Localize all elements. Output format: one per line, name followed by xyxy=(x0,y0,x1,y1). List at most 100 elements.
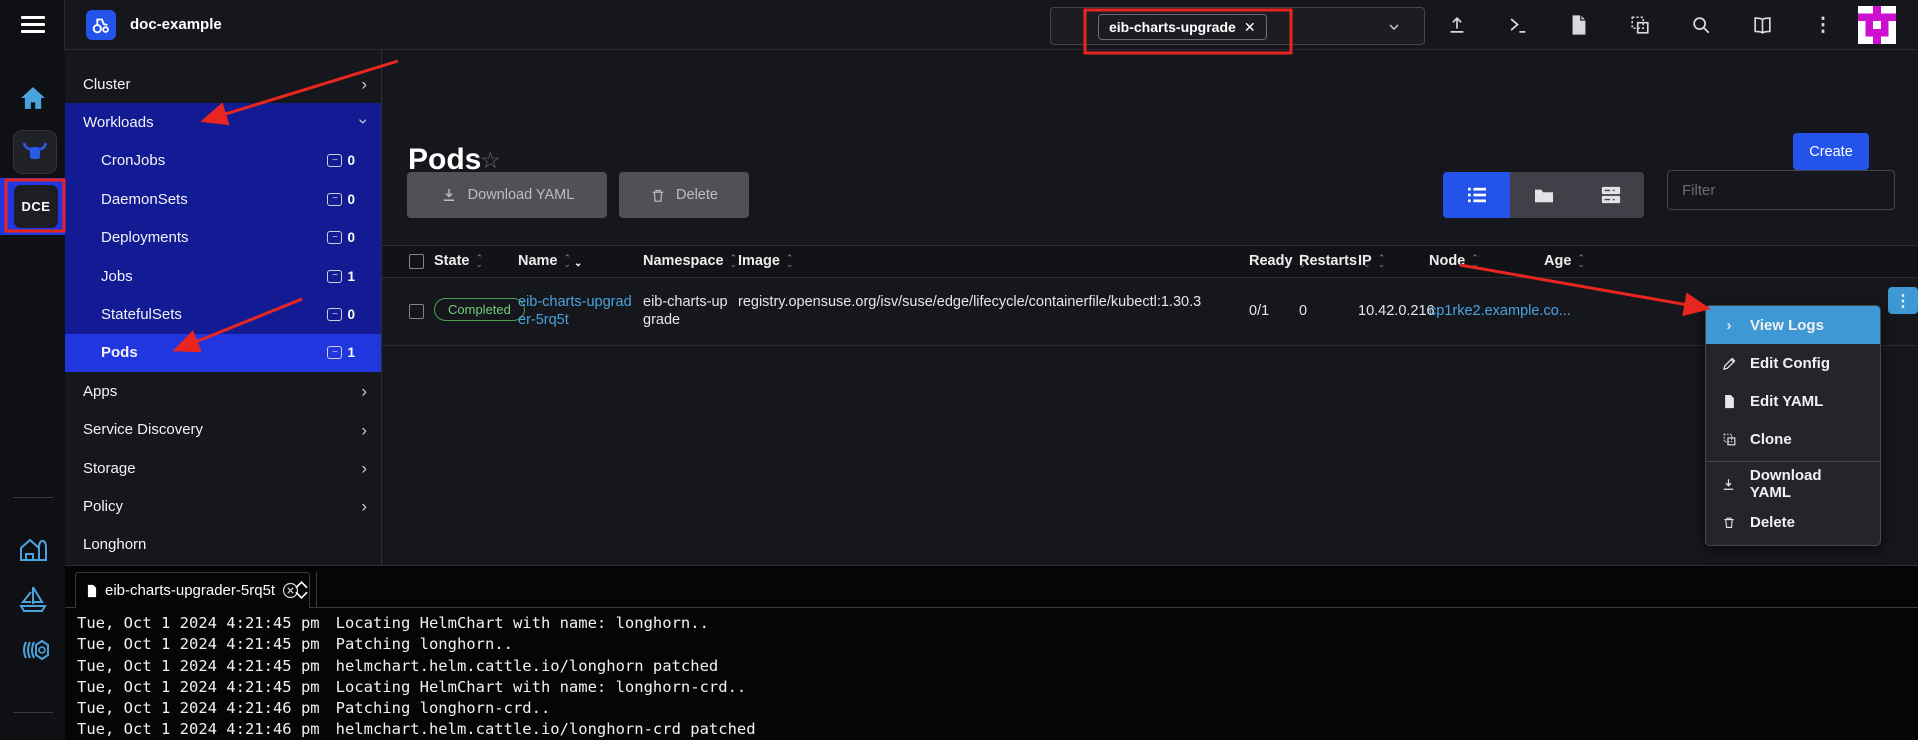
search-icon[interactable] xyxy=(1689,13,1713,37)
nav-group-apps[interactable]: Apps › xyxy=(65,372,381,410)
pod-name-link[interactable]: eib-charts-upgrader-5rq5t xyxy=(518,293,636,329)
ready-cell: 0/1 xyxy=(1249,303,1269,319)
panel-expand-collapse-icon[interactable] xyxy=(287,572,317,608)
view-toggle-group xyxy=(1443,172,1644,218)
server-rows-icon xyxy=(1600,185,1622,205)
left-rail: DCE xyxy=(0,50,65,740)
col-header-ip[interactable]: IP⌃⌄ xyxy=(1358,253,1385,269)
table-header: State⌃⌄ Name⌃⌄⌄ Namespace⌃⌄ Image⌃⌄ Read… xyxy=(382,245,1918,278)
folder-icon xyxy=(1533,186,1555,204)
nav-group-policy[interactable]: Policy › xyxy=(65,487,381,525)
menu-item-edit-yaml[interactable]: Edit YAML xyxy=(1706,382,1880,420)
import-yaml-icon[interactable] xyxy=(1445,13,1469,37)
folder-view-button[interactable] xyxy=(1510,172,1577,218)
chevron-down-icon: › xyxy=(356,118,373,124)
top-bar: doc-example eib-charts-upgrade ✕ xyxy=(0,0,1918,50)
col-header-state[interactable]: State⌃⌄ xyxy=(434,253,483,269)
copy-resource-icon[interactable] xyxy=(1628,13,1652,37)
chevron-right-icon: › xyxy=(361,460,367,477)
row-context-menu: › View Logs Edit Config Edit YAML Clone xyxy=(1705,305,1881,546)
node-link[interactable]: cp1rke2.example.co... xyxy=(1429,303,1571,319)
fleet-wheel-icon[interactable] xyxy=(18,638,50,662)
col-header-ready[interactable]: Ready⌃⌄ xyxy=(1249,253,1306,269)
nav-group-service-discovery[interactable]: Service Discovery › xyxy=(65,411,381,449)
home-icon[interactable] xyxy=(20,86,46,110)
resource-count: −0 xyxy=(327,153,355,168)
image-cell: registry.opensuse.org/isv/suse/edge/life… xyxy=(738,293,1240,311)
log-line: Tue, Oct 1 2024 4:21:45 pmPatching longh… xyxy=(77,634,756,655)
select-all-checkbox[interactable] xyxy=(409,254,424,269)
row-checkbox[interactable] xyxy=(409,304,424,319)
nav-list: Cluster › Workloads › CronJobs −0 Daemon… xyxy=(65,50,381,564)
log-line: Tue, Oct 1 2024 4:21:46 pmhelmchart.helm… xyxy=(77,719,756,740)
menu-item-edit-config[interactable]: Edit Config xyxy=(1706,344,1880,382)
sailboat-icon[interactable] xyxy=(18,585,48,615)
col-header-image[interactable]: Image⌃⌄ xyxy=(738,253,793,269)
nav-item-statefulsets[interactable]: StatefulSets −0 xyxy=(65,295,381,333)
nav-group-workloads[interactable]: Workloads › xyxy=(65,103,381,141)
download-icon xyxy=(440,186,458,204)
col-header-age[interactable]: Age⌃⌄ xyxy=(1544,253,1585,269)
file-icon[interactable] xyxy=(1567,13,1591,37)
restarts-cell: 0 xyxy=(1299,303,1307,319)
trash-icon xyxy=(1720,515,1738,530)
list-view-button[interactable] xyxy=(1443,172,1510,218)
chevron-down-icon[interactable] xyxy=(1386,19,1402,35)
state-badge: Completed xyxy=(434,298,525,321)
nav-item-cronjobs[interactable]: CronJobs −0 xyxy=(65,142,381,180)
namespace-filter-tag[interactable]: eib-charts-upgrade ✕ xyxy=(1098,14,1267,40)
filter-input[interactable] xyxy=(1667,170,1895,210)
app-name: doc-example xyxy=(130,16,222,33)
list-icon xyxy=(1466,186,1488,204)
menu-item-delete[interactable]: Delete xyxy=(1706,503,1880,541)
log-tab-bar: eib-charts-upgrader-5rq5t xyxy=(65,566,1918,608)
docs-book-icon[interactable] xyxy=(1750,13,1774,37)
log-line: Tue, Oct 1 2024 4:21:45 pmhelmchart.helm… xyxy=(77,656,756,677)
clone-icon xyxy=(1720,432,1738,447)
bull-icon xyxy=(22,140,48,164)
ip-cell: 10.42.0.216 xyxy=(1358,303,1435,319)
trash-icon xyxy=(650,187,666,204)
col-header-node[interactable]: Node⌃⌄ xyxy=(1429,253,1479,269)
nav-group-longhorn[interactable]: Longhorn xyxy=(65,526,381,564)
user-avatar[interactable] xyxy=(1858,6,1896,44)
nav-group-storage[interactable]: Storage › xyxy=(65,449,381,487)
menu-item-view-logs[interactable]: › View Logs xyxy=(1706,306,1880,344)
barn-icon[interactable] xyxy=(18,535,48,563)
kubectl-shell-icon[interactable] xyxy=(1506,13,1530,37)
log-tab[interactable]: eib-charts-upgrader-5rq5t xyxy=(75,572,310,608)
menu-item-download-yaml[interactable]: Download YAML xyxy=(1706,465,1880,503)
download-icon xyxy=(1720,477,1738,492)
tractor-icon xyxy=(90,14,112,36)
resource-count: −0 xyxy=(327,230,355,245)
nav-item-pods-selected[interactable]: Pods −1 xyxy=(65,334,381,372)
rancher-app: doc-example eib-charts-upgrade ✕ xyxy=(0,0,1918,740)
favorite-star-icon[interactable]: ☆ xyxy=(480,147,501,174)
cluster-badge-dce[interactable]: DCE xyxy=(14,185,58,228)
nav-item-jobs[interactable]: Jobs −1 xyxy=(65,257,381,295)
row-actions-button-active[interactable]: ⋮ xyxy=(1888,287,1918,314)
node-view-button[interactable] xyxy=(1577,172,1644,218)
cluster-logo[interactable] xyxy=(86,10,116,40)
create-button[interactable]: Create xyxy=(1793,133,1869,170)
delete-button[interactable]: Delete xyxy=(619,172,749,218)
col-header-name[interactable]: Name⌃⌄⌄ xyxy=(518,253,582,269)
nav-group-cluster[interactable]: Cluster › xyxy=(65,65,381,103)
file-icon xyxy=(1720,394,1738,409)
nav-item-daemonsets[interactable]: DaemonSets −0 xyxy=(65,180,381,218)
kebab-menu-icon[interactable]: ⋮ xyxy=(1811,13,1835,37)
menu-item-clone[interactable]: Clone xyxy=(1706,420,1880,458)
log-line: Tue, Oct 1 2024 4:21:45 pmLocating HelmC… xyxy=(77,677,756,698)
download-yaml-button[interactable]: Download YAML xyxy=(407,172,607,218)
nav-item-deployments[interactable]: Deployments −0 xyxy=(65,219,381,257)
menu-divider xyxy=(1706,461,1880,462)
chevron-right-icon: › xyxy=(361,383,367,400)
hamburger-menu-icon[interactable] xyxy=(21,16,45,34)
cluster-switcher-button[interactable] xyxy=(13,130,57,174)
resource-count: −0 xyxy=(327,307,355,322)
namespace-filter-select[interactable]: eib-charts-upgrade ✕ xyxy=(1050,7,1425,45)
col-header-namespace[interactable]: Namespace⌃⌄ xyxy=(643,253,737,269)
namespace-cell: eib-charts-upgrade xyxy=(643,293,735,329)
namespace-tag-clear-icon[interactable]: ✕ xyxy=(1244,19,1256,36)
pencil-icon xyxy=(1720,356,1738,371)
